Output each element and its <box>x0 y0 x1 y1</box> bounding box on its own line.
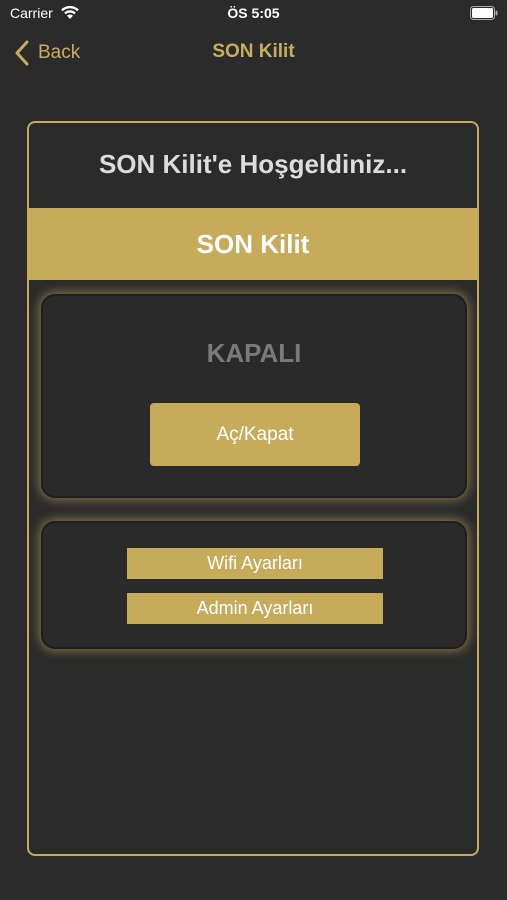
battery-icon <box>470 6 498 20</box>
status-bar: Carrier ÖS 5:05 <box>0 0 507 28</box>
main-panel: SON Kilit'e Hoşgeldiniz... SON Kilit KAP… <box>27 121 479 856</box>
nav-title: SON Kilit <box>212 41 295 62</box>
lock-status-label: KAPALI <box>206 338 302 368</box>
navigation-bar: Back SON Kilit <box>0 28 507 76</box>
lock-control-card: KAPALI Aç/Kapat <box>41 294 467 498</box>
toggle-lock-button[interactable]: Aç/Kapat <box>150 403 360 466</box>
banner-title: SON Kilit <box>196 229 310 259</box>
welcome-heading: SON Kilit'e Hoşgeldiniz... <box>98 149 408 179</box>
settings-card: Wifi Ayarları Admin Ayarları <box>41 521 467 649</box>
status-time: ÖS 5:05 <box>227 5 280 21</box>
title-banner: SON Kilit <box>29 208 477 280</box>
wifi-settings-button[interactable]: Wifi Ayarları <box>127 548 383 579</box>
admin-settings-button[interactable]: Admin Ayarları <box>127 593 383 624</box>
